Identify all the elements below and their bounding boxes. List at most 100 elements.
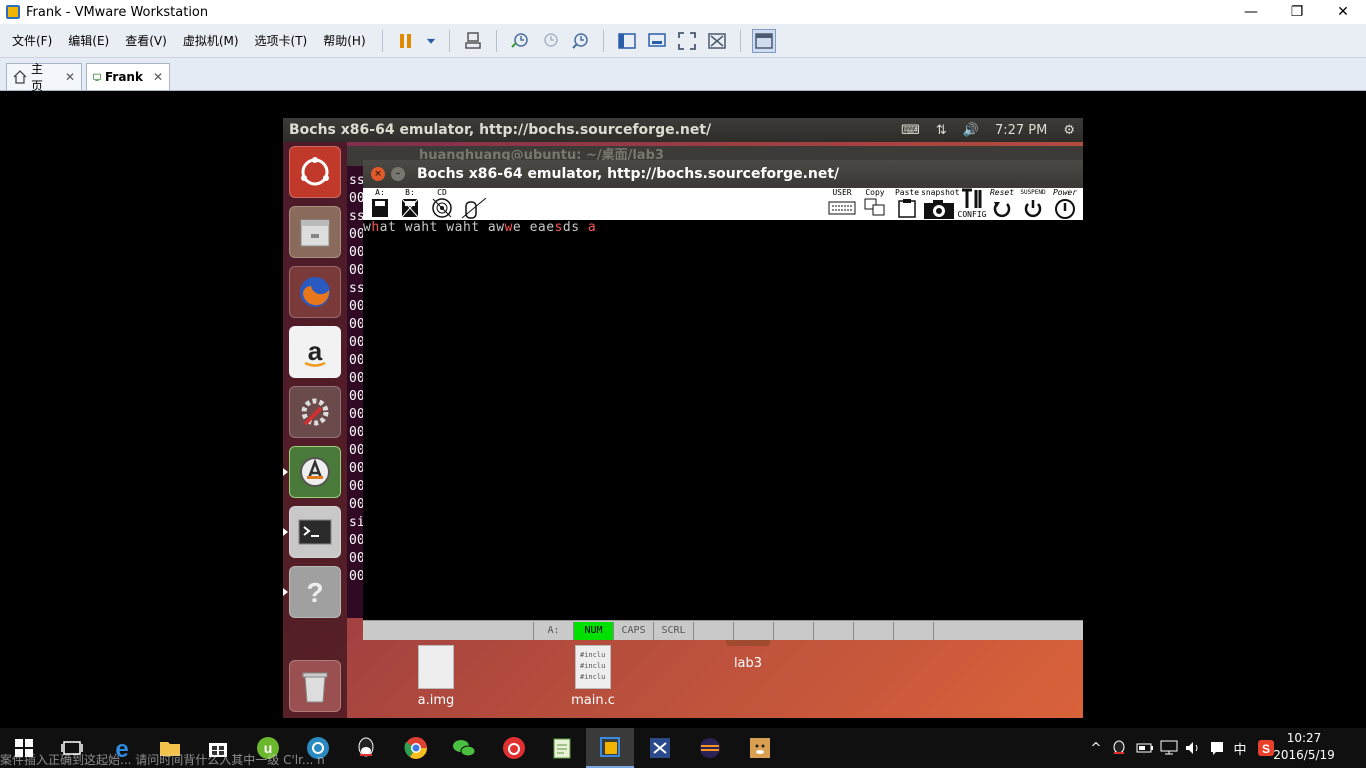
floppy-b-button[interactable]: B:	[397, 188, 423, 220]
sidebar-toggle-icon[interactable]	[615, 29, 639, 53]
menu-tabs[interactable]: 选项卡(T)	[247, 24, 316, 58]
guest-char	[396, 220, 404, 235]
snapshot-take-icon[interactable]	[508, 29, 532, 53]
config-button[interactable]: CONFIG	[957, 188, 987, 220]
minimize-button[interactable]: —	[1228, 0, 1274, 24]
chrome-icon[interactable]	[392, 728, 440, 768]
terminal-icon[interactable]	[289, 506, 341, 558]
terminal-line: ss	[349, 209, 363, 224]
terminal-line: 00	[349, 245, 363, 260]
qq-icon[interactable]	[342, 728, 390, 768]
tab-frank[interactable]: Frank ✕	[86, 63, 170, 90]
volume-icon[interactable]: 🔊	[963, 123, 979, 138]
dash-home-icon[interactable]	[289, 146, 341, 198]
bochs-toolbar: A: B: CD USER Copy Paste snapshot CONFIG…	[363, 188, 1083, 220]
network-status-icon[interactable]	[1158, 728, 1180, 768]
guest-char	[521, 220, 529, 235]
bochs-window[interactable]: Bochs x86-64 emulator, http://bochs.sour…	[363, 160, 1083, 640]
terminal-line: 00	[349, 317, 363, 332]
gear-icon[interactable]: ⚙	[1063, 123, 1075, 138]
status-slot	[813, 622, 853, 640]
camera-icon	[924, 200, 954, 219]
terminal-line: 00	[349, 497, 363, 512]
terminal-line: 00	[349, 425, 363, 440]
cdrom-button[interactable]: CD	[429, 188, 455, 220]
system-settings-icon[interactable]	[289, 386, 341, 438]
files-icon[interactable]	[289, 206, 341, 258]
amazon-icon[interactable]: a	[289, 326, 341, 378]
eclipse-icon[interactable]	[686, 728, 734, 768]
floppy-icon	[372, 199, 388, 217]
doge-app-icon[interactable]	[736, 728, 784, 768]
status-drive: A:	[533, 622, 573, 640]
view-settings-icon[interactable]	[751, 28, 776, 53]
desktop-icon-label: main.c	[571, 693, 615, 708]
suspend-button[interactable]: SUSPEND	[1017, 188, 1049, 220]
menu-view[interactable]: 查看(V)	[117, 24, 175, 58]
reset-button[interactable]: Reset	[987, 188, 1017, 220]
snapshot-manager-icon[interactable]	[568, 29, 592, 53]
floppy-a-button[interactable]: A:	[367, 188, 393, 220]
network-icon[interactable]: ⇅	[936, 123, 947, 138]
help-icon[interactable]: ?	[289, 566, 341, 618]
dropdown-arrow-icon[interactable]	[424, 29, 438, 53]
paste-button[interactable]: Paste	[893, 188, 921, 220]
snapshot-button[interactable]: snapshot	[921, 188, 960, 220]
volume-tray-icon[interactable]	[1182, 728, 1204, 768]
guest-char: d	[562, 220, 572, 235]
running-indicator-icon	[283, 528, 288, 536]
tab-home-close-icon[interactable]: ✕	[65, 70, 75, 84]
netease-music-icon[interactable]	[490, 728, 538, 768]
notepad-icon[interactable]	[538, 728, 586, 768]
wechat-icon[interactable]	[440, 728, 488, 768]
status-caps: CAPS	[613, 622, 653, 640]
menu-edit[interactable]: 编辑(E)	[60, 24, 117, 58]
desktop-icon-main-c[interactable]: #inclu #inclu #inclu main.c	[553, 645, 633, 708]
console-view-icon[interactable]	[645, 29, 669, 53]
status-slot	[933, 622, 1083, 640]
power-button[interactable]: Power	[1049, 188, 1081, 220]
emulated-screen[interactable]: what waht waht awwe eaesds a	[363, 220, 1083, 620]
keyboard-icon[interactable]: ⌨	[901, 123, 920, 138]
mouse-button[interactable]	[459, 188, 489, 220]
trash-icon[interactable]	[289, 660, 341, 712]
firefox-icon[interactable]	[289, 266, 341, 318]
pause-icon[interactable]	[394, 29, 418, 53]
snapshot-revert-icon[interactable]	[538, 29, 562, 53]
action-center-icon[interactable]	[1206, 728, 1228, 768]
vmware-taskbar-icon[interactable]	[586, 728, 634, 768]
battery-icon[interactable]	[1134, 728, 1156, 768]
guest-char: e	[512, 220, 522, 235]
terminal-line: 00	[349, 227, 363, 242]
toolbar-separator	[602, 29, 604, 52]
svg-text:a: a	[308, 336, 323, 366]
clock[interactable]: 7:27 PM	[995, 123, 1047, 138]
send-ctrl-alt-del-icon[interactable]	[461, 29, 485, 53]
menu-vm[interactable]: 虚拟机(M)	[175, 24, 247, 58]
menu-help[interactable]: 帮助(H)	[315, 24, 373, 58]
unity-mode-icon[interactable]	[705, 29, 729, 53]
fullscreen-icon[interactable]	[675, 29, 699, 53]
software-updater-icon[interactable]	[289, 446, 341, 498]
guest-desktop[interactable]: Bochs x86-64 emulator, http://bochs.sour…	[283, 118, 1083, 718]
copy-button[interactable]: Copy	[861, 188, 889, 220]
terminal-line: 00	[349, 299, 363, 314]
user-button[interactable]: USER	[827, 188, 857, 220]
tab-home[interactable]: 主页 ✕	[6, 62, 82, 93]
close-button[interactable]: ✕	[1320, 0, 1366, 24]
show-hidden-icons-icon[interactable]: ^	[1086, 728, 1106, 768]
ime-indicator[interactable]: 中	[1230, 728, 1250, 768]
desktop-icon-label: lab3	[733, 656, 763, 671]
menubar: 文件(F) 编辑(E) 查看(V) 虚拟机(M) 选项卡(T) 帮助(H)	[0, 24, 1366, 58]
desktop-icon-lab3[interactable]: lab3	[708, 636, 788, 671]
qq-tray-icon[interactable]	[1108, 728, 1130, 768]
bochs-close-button[interactable]: ×	[371, 167, 385, 181]
config-icon	[962, 188, 982, 208]
desktop-icon-a-img[interactable]: a.img	[396, 645, 476, 708]
taskbar-clock[interactable]: 10:27 2016/5/19	[1266, 730, 1342, 766]
menu-file[interactable]: 文件(F)	[4, 24, 60, 58]
bochs-minimize-button[interactable]: –	[391, 167, 405, 181]
visual-studio-icon[interactable]	[636, 728, 684, 768]
maximize-button[interactable]: ❐	[1274, 0, 1320, 24]
tab-frank-close-icon[interactable]: ✕	[153, 70, 163, 84]
